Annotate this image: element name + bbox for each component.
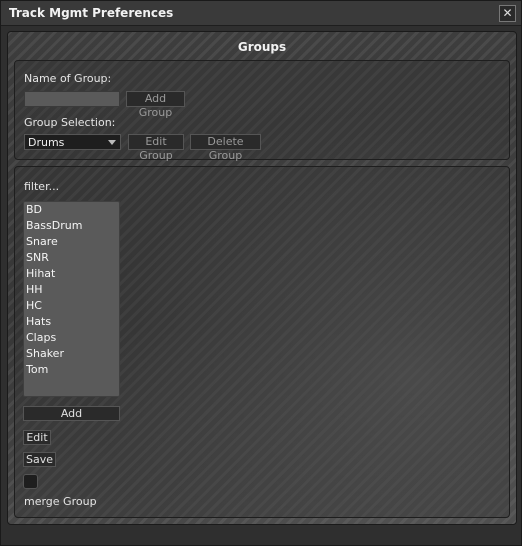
group-select-value: Drums: [28, 136, 65, 149]
add-button[interactable]: Add: [23, 406, 120, 421]
group-name-input[interactable]: [24, 91, 120, 107]
group-settings-panel: Name of Group: Add Group Group Selection…: [14, 60, 510, 162]
name-of-group-label: Name of Group:: [24, 72, 112, 85]
list-item[interactable]: BD: [26, 203, 42, 216]
delete-group-button[interactable]: Delete Group: [190, 134, 261, 162]
list-item[interactable]: Tom: [26, 363, 48, 376]
groups-heading: Groups: [237, 40, 287, 54]
list-item[interactable]: Claps: [26, 331, 56, 344]
group-select[interactable]: Drums: [24, 134, 121, 150]
edit-group-button[interactable]: Edit Group: [128, 134, 184, 162]
window-title: Track Mgmt Preferences: [9, 6, 174, 20]
merge-group-label: merge Group: [24, 495, 97, 508]
save-button[interactable]: Save: [23, 452, 56, 467]
chevron-down-icon: [108, 140, 116, 145]
list-item[interactable]: HC: [26, 299, 42, 312]
track-list[interactable]: BD BassDrum Snare SNR Hihat HH HC Hats Claps Shak…: [23, 201, 120, 397]
track-list-panel: filter... BD BassDrum Snare SNR Hihat HH HC Hat…: [14, 166, 510, 518]
list-item[interactable]: SNR: [26, 251, 49, 264]
close-button[interactable]: ✕: [499, 5, 516, 22]
add-group-button[interactable]: Add Group: [126, 91, 185, 119]
merge-group-checkbox[interactable]: [23, 474, 38, 489]
list-item[interactable]: Hihat: [26, 267, 55, 280]
group-selection-label: Group Selection:: [24, 116, 116, 129]
list-item[interactable]: Shaker: [26, 347, 64, 360]
close-icon: ✕: [502, 6, 513, 20]
title-bar[interactable]: Track Mgmt Preferences ✕: [1, 1, 521, 26]
list-item[interactable]: BassDrum: [26, 219, 82, 232]
list-item[interactable]: HH: [26, 283, 43, 296]
edit-button[interactable]: Edit: [23, 430, 51, 445]
list-item[interactable]: Snare: [26, 235, 58, 248]
list-item[interactable]: Hats: [26, 315, 51, 328]
filter-label[interactable]: filter...: [24, 180, 59, 193]
preferences-window: Track Mgmt Preferences ✕ Groups Name of …: [0, 0, 522, 546]
groups-content: Groups Name of Group: Add Group Group Se…: [7, 31, 517, 525]
